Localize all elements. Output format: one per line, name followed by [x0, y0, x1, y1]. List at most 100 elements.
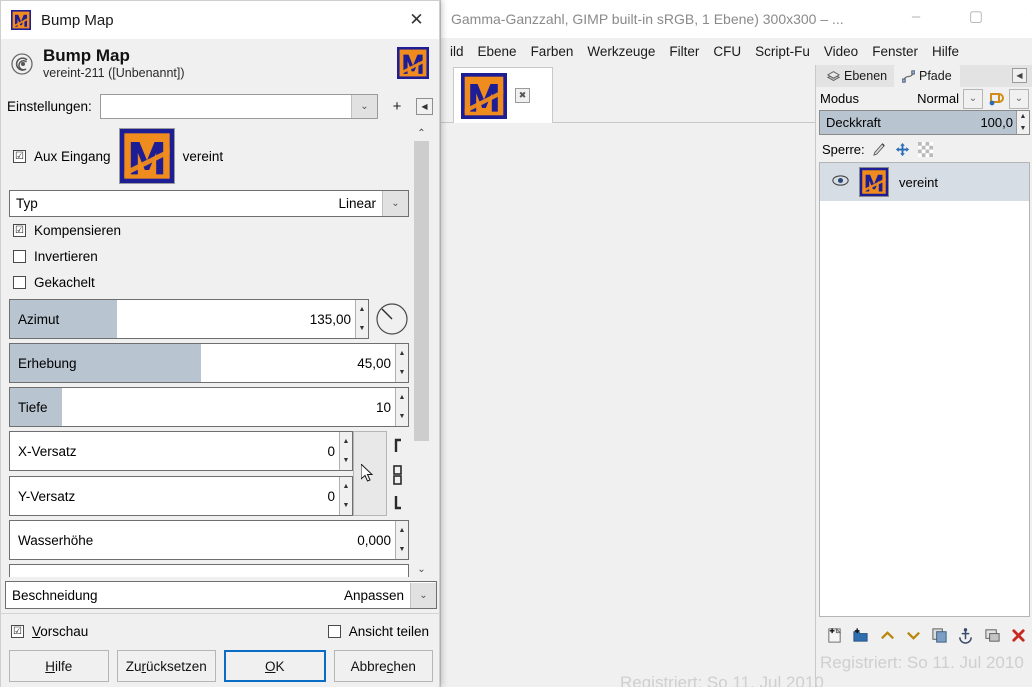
- menu-werkzeuge[interactable]: Werkzeuge: [580, 41, 662, 62]
- close-button[interactable]: ✕: [1013, 0, 1032, 32]
- kompensieren-checkbox[interactable]: ☑: [13, 224, 26, 237]
- vorschau-checkbox[interactable]: ☑: [11, 625, 24, 638]
- y-versatz-stepper[interactable]: ▲ ▼: [339, 477, 352, 515]
- store-settings-button[interactable]: ◀: [416, 98, 433, 115]
- azimut-decrement-icon[interactable]: ▼: [356, 319, 368, 338]
- opacity-decrement-icon[interactable]: ▼: [1017, 123, 1029, 135]
- wasserhoehe-decrement-icon[interactable]: ▼: [396, 540, 408, 559]
- wasserhoehe-row[interactable]: Wasserhöhe 0,000 ▲ ▼: [9, 520, 409, 560]
- opacity-increment-icon[interactable]: ▲: [1017, 111, 1029, 123]
- erhebung-slider[interactable]: Erhebung 45,00 ▲ ▼: [9, 343, 409, 383]
- new-layer-group-icon[interactable]: [849, 623, 872, 647]
- lock-alpha-icon[interactable]: [918, 141, 934, 157]
- new-layer-icon[interactable]: [823, 623, 846, 647]
- menu-cfu[interactable]: CFU: [706, 41, 748, 62]
- wasserhoehe-stepper[interactable]: ▲ ▼: [395, 521, 408, 559]
- kompensieren-row[interactable]: ☑ Kompensieren: [5, 217, 413, 243]
- dialog-scroll-up-button[interactable]: ⌃: [414, 125, 429, 141]
- reset-button[interactable]: Zurücksetzen: [117, 650, 217, 682]
- dialog-scroll-track[interactable]: [414, 141, 429, 561]
- y-versatz-decrement-icon[interactable]: ▼: [340, 496, 352, 515]
- next-option-slider[interactable]: [9, 564, 409, 577]
- raise-layer-icon[interactable]: [876, 623, 899, 647]
- cancel-button[interactable]: Abbrechen: [334, 650, 434, 682]
- wasserhoehe-value[interactable]: 0,000: [357, 533, 395, 548]
- azimut-row[interactable]: Azimut 135,00 ▲ ▼: [9, 299, 409, 339]
- tab-close-icon[interactable]: ✖: [515, 88, 530, 103]
- composite-mode-chevron-down-icon[interactable]: ⌄: [1009, 89, 1029, 109]
- chevron-down-icon[interactable]: ⌄: [382, 191, 408, 216]
- ansicht-teilen-checkbox[interactable]: [328, 625, 341, 638]
- layer-list[interactable]: vereint: [819, 162, 1030, 617]
- chain-broken-icon[interactable]: [387, 431, 409, 516]
- menu-fenster[interactable]: Fenster: [865, 41, 925, 62]
- layer-list-item[interactable]: vereint: [820, 163, 1029, 201]
- tiefe-decrement-icon[interactable]: ▼: [396, 407, 408, 426]
- azimut-stepper[interactable]: ▲ ▼: [355, 300, 368, 338]
- tab-pfade[interactable]: Pfade: [894, 65, 960, 87]
- y-versatz-value[interactable]: 0: [327, 489, 339, 504]
- tiefe-row[interactable]: Tiefe 10 ▲ ▼: [9, 387, 409, 427]
- x-versatz-stepper[interactable]: ▲ ▼: [339, 432, 352, 470]
- aux-input-thumbnail-icon[interactable]: [119, 128, 175, 184]
- dialog-close-button[interactable]: ✕: [394, 2, 439, 38]
- dialog-scroll-down-button[interactable]: ⌄: [414, 561, 429, 577]
- wasserhoehe-slider[interactable]: Wasserhöhe 0,000 ▲ ▼: [9, 520, 409, 560]
- invertieren-row[interactable]: Invertieren: [5, 243, 413, 269]
- aux-input-checkbox[interactable]: ☑: [13, 150, 26, 163]
- add-setting-button[interactable]: +: [386, 95, 408, 117]
- layer-visibility-icon[interactable]: [832, 174, 849, 190]
- ansicht-teilen-row[interactable]: Ansicht teilen: [328, 624, 429, 639]
- azimut-increment-icon[interactable]: ▲: [356, 300, 368, 319]
- erhebung-stepper[interactable]: ▲ ▼: [395, 344, 408, 382]
- azimut-slider[interactable]: Azimut 135,00 ▲ ▼: [9, 299, 369, 339]
- menu-farben[interactable]: Farben: [524, 41, 581, 62]
- minimize-button[interactable]: –: [893, 0, 939, 32]
- gekachelt-checkbox[interactable]: [13, 276, 26, 289]
- menu-video[interactable]: Video: [817, 41, 865, 62]
- opacity-stepper[interactable]: ▲ ▼: [1016, 111, 1029, 134]
- settings-combobox[interactable]: ⌄: [100, 94, 378, 119]
- help-button[interactable]: Hilfe: [9, 650, 109, 682]
- erhebung-value[interactable]: 45,00: [357, 356, 395, 371]
- typ-combobox[interactable]: Typ Linear ⌄: [9, 190, 409, 217]
- azimut-value[interactable]: 135,00: [310, 312, 355, 327]
- beschneidung-combobox[interactable]: Beschneidung Anpassen ⌄: [5, 581, 437, 609]
- menu-script-fu[interactable]: Script-Fu: [748, 41, 817, 62]
- tiefe-stepper[interactable]: ▲ ▼: [395, 388, 408, 426]
- erhebung-increment-icon[interactable]: ▲: [396, 344, 408, 363]
- y-versatz-row[interactable]: Y-Versatz 0 ▲ ▼: [9, 476, 353, 516]
- x-versatz-value[interactable]: 0: [327, 444, 339, 459]
- merge-layer-icon[interactable]: [981, 623, 1004, 647]
- menu-bild[interactable]: ild: [443, 41, 471, 62]
- ok-button[interactable]: OK: [224, 650, 326, 682]
- layer-mode-chevron-down-icon[interactable]: ⌄: [963, 89, 983, 109]
- dialog-scroll-thumb[interactable]: [414, 141, 429, 441]
- chevron-down-icon[interactable]: ⌄: [351, 95, 377, 118]
- lock-position-icon[interactable]: [895, 141, 911, 157]
- opacity-slider[interactable]: Deckkraft 100,0 ▲ ▼: [819, 110, 1030, 135]
- tiefe-increment-icon[interactable]: ▲: [396, 388, 408, 407]
- chevron-down-icon[interactable]: ⌄: [410, 583, 436, 608]
- menu-filter[interactable]: Filter: [662, 41, 706, 62]
- y-versatz-slider[interactable]: Y-Versatz 0 ▲ ▼: [9, 476, 353, 516]
- lock-pixels-icon[interactable]: [872, 141, 888, 157]
- x-versatz-row[interactable]: X-Versatz 0 ▲ ▼: [9, 431, 353, 471]
- image-tab[interactable]: ✖: [453, 67, 553, 123]
- erhebung-decrement-icon[interactable]: ▼: [396, 363, 408, 382]
- x-versatz-decrement-icon[interactable]: ▼: [340, 451, 352, 470]
- invertieren-checkbox[interactable]: [13, 250, 26, 263]
- x-versatz-increment-icon[interactable]: ▲: [340, 432, 352, 451]
- dialog-vertical-scrollbar[interactable]: ⌃ ⌄: [414, 125, 429, 577]
- menu-ebene[interactable]: Ebene: [471, 41, 524, 62]
- tab-ebenen[interactable]: Ebenen: [819, 65, 895, 87]
- wasserhoehe-increment-icon[interactable]: ▲: [396, 521, 408, 540]
- y-versatz-increment-icon[interactable]: ▲: [340, 477, 352, 496]
- chain-link-button[interactable]: [353, 431, 387, 516]
- erhebung-row[interactable]: Erhebung 45,00 ▲ ▼: [9, 343, 409, 383]
- gekachelt-row[interactable]: Gekachelt: [5, 269, 413, 295]
- mode-link-icon[interactable]: [987, 90, 1005, 108]
- next-option-partial-row[interactable]: [9, 564, 409, 577]
- maximize-button[interactable]: ▢: [953, 0, 999, 32]
- anchor-layer-icon[interactable]: [954, 623, 977, 647]
